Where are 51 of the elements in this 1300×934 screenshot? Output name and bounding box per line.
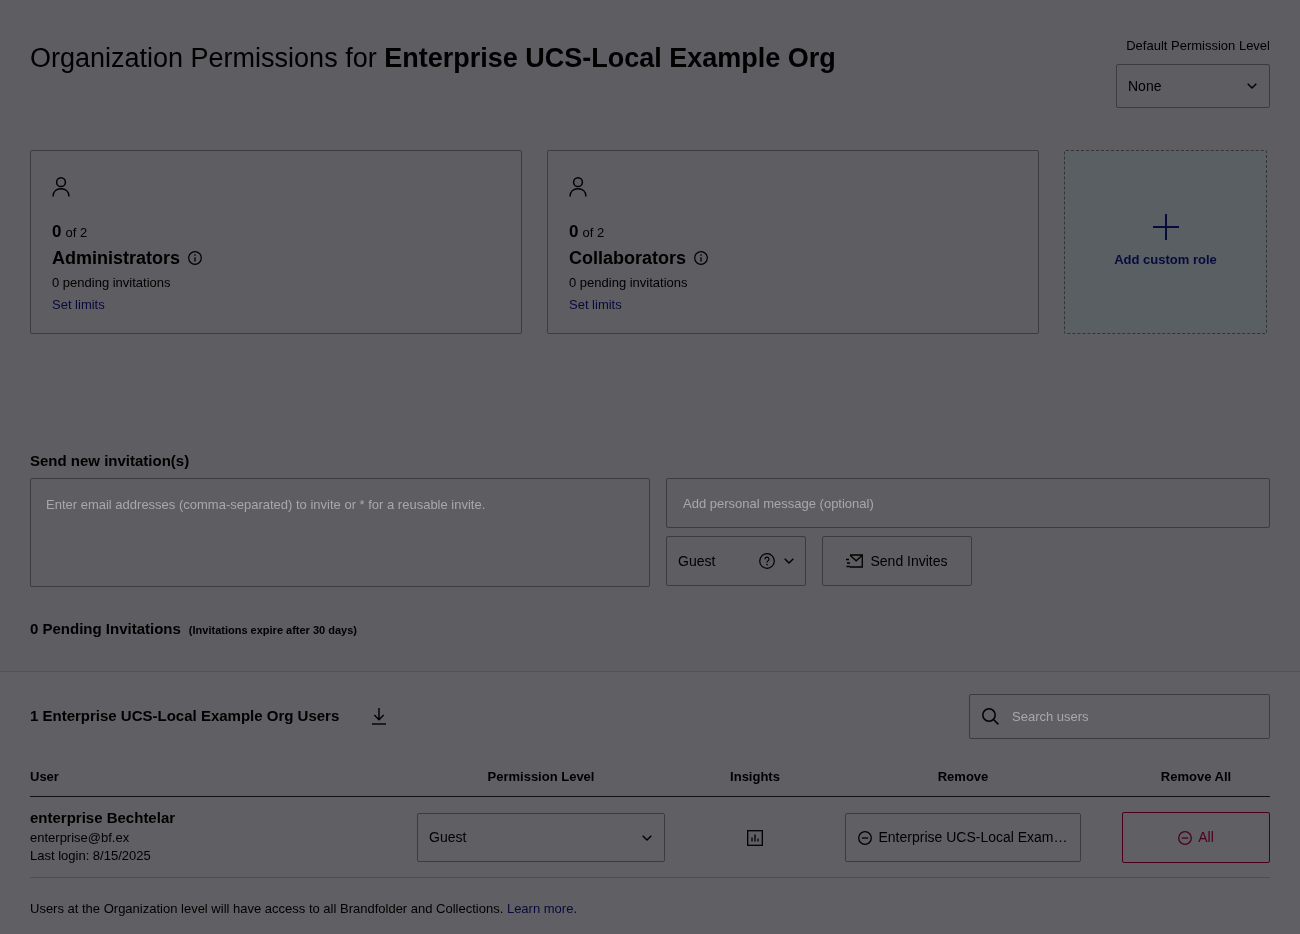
member-count: 0 (52, 222, 62, 242)
page-title: Organization Permissions for Enterprise UCS-Local Example Org (30, 42, 836, 74)
member-count: 0 (569, 222, 579, 242)
role-name: Collaborators (569, 247, 687, 269)
last-login-text: Last login: 8/15/2025 (30, 847, 151, 865)
chevron-icon (784, 558, 794, 564)
pending-invitations-text: 0 pending invitations (569, 274, 688, 292)
chevron-icon (642, 834, 652, 841)
set-limits-link[interactable]: Set limits (569, 296, 622, 314)
person-icon (569, 177, 587, 197)
pending-invitations-text: 0 pending invitations (52, 274, 171, 292)
question-circle-icon (759, 553, 775, 569)
column-header: Remove (937, 767, 989, 786)
member-limit: of 2 (65, 224, 88, 242)
learn-more-link[interactable]: Learn more. (506, 901, 577, 916)
role-name: Administrators (52, 247, 181, 269)
chevron-icon (1247, 83, 1257, 89)
set-limits-link[interactable]: Set limits (52, 296, 105, 314)
user-name: enterprise Bechtelar (30, 809, 176, 827)
info-icon (188, 251, 203, 265)
column-header: User (30, 767, 59, 786)
minus-circle-icon (858, 830, 873, 845)
email-input-field[interactable]: Enter email addresses (comma-separated) to invite or * for a reusable invite. (30, 478, 650, 587)
column-header: Permission Level (487, 767, 595, 786)
expiry-note: (Invitations expire after 30 days) (188, 623, 357, 638)
field-label: Default Permission Level (1126, 38, 1270, 54)
add-custom-role-button[interactable]: Add custom role (1064, 150, 1267, 334)
bar-chart-icon[interactable] (747, 829, 763, 846)
info-icon (694, 251, 709, 265)
person-icon (52, 177, 70, 197)
minus-circle-icon (1178, 830, 1193, 845)
select-field[interactable]: None (1116, 64, 1270, 108)
search-icon (982, 708, 999, 725)
permission-select-field[interactable]: Guest (417, 813, 665, 862)
plus-icon (1152, 214, 1179, 241)
message-input-field[interactable]: Add personal message (optional) (666, 478, 1270, 528)
footer-note: Users at the Organization level will have access to all Brandfolder and Collections. Learn more. (30, 900, 577, 918)
envelope-icon (846, 554, 864, 568)
download-icon[interactable] (371, 708, 388, 725)
section-heading: 1 Enterprise UCS-Local Example Org Users (30, 706, 340, 727)
search-field[interactable]: Search users (969, 694, 1270, 739)
section-heading: 0 Pending Invitations (30, 619, 181, 639)
member-limit: of 2 (582, 224, 605, 242)
role-select-field[interactable]: Guest (666, 536, 806, 586)
remove-all-button[interactable]: All (1122, 812, 1270, 863)
column-header: Remove All (1160, 767, 1232, 786)
send-invites-button[interactable]: Send Invites (822, 536, 972, 586)
column-header: Insights (730, 767, 780, 786)
remove-button[interactable]: Enterprise UCS-Local Exam… (845, 813, 1081, 862)
section-heading: Send new invitation(s) (30, 451, 190, 471)
user-email: enterprise@bf.ex (30, 829, 130, 847)
